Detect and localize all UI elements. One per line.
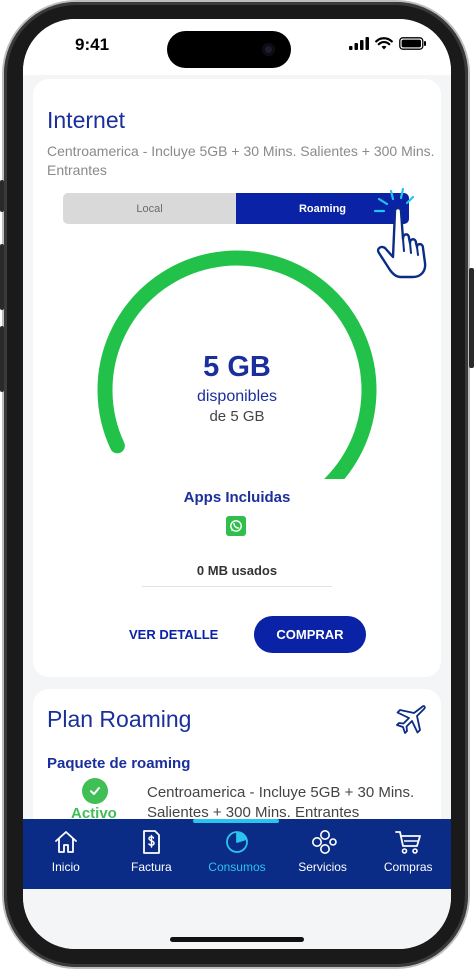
internet-card: Internet Centroamerica - Incluye 5GB + 3…	[33, 79, 441, 677]
nav-item-inicio[interactable]: Inicio	[23, 819, 109, 889]
status-icons	[349, 37, 427, 50]
nav-item-compras[interactable]: Compras	[365, 819, 451, 889]
view-detail-link[interactable]: VER DETALLE	[129, 627, 218, 642]
nav-label-compras: Compras	[383, 860, 433, 874]
buy-button[interactable]: COMPRAR	[254, 616, 366, 653]
signal-icon	[349, 37, 369, 50]
dynamic-island	[167, 31, 291, 68]
nav-label-factura: Factura	[131, 860, 172, 874]
tab-local[interactable]: Local	[63, 193, 236, 224]
check-icon	[82, 778, 108, 804]
home-indicator	[170, 937, 304, 942]
nav-active-indicator	[193, 819, 279, 823]
data-total: de 5 GB	[209, 408, 265, 425]
divider	[142, 586, 332, 587]
nav-label-consumos: Consumos	[208, 860, 266, 874]
side-button	[469, 268, 474, 368]
screen: 9:41 Internet Centroamerica - Incluye 5G…	[23, 19, 451, 949]
bottom-nav: Inicio Factura Consumos Servicios Compra…	[23, 819, 451, 889]
package-description: Centroamerica - Incluye 5GB + 30 Mins. S…	[147, 784, 415, 821]
cart-icon	[395, 831, 422, 854]
invoice-icon	[143, 830, 161, 854]
data-available-amount: 5 GB	[203, 351, 271, 383]
side-button	[0, 244, 4, 310]
whatsapp-icon	[226, 516, 246, 536]
nav-label-servicios: Servicios	[298, 860, 347, 874]
camera-icon	[262, 43, 275, 56]
status-time: 9:41	[75, 35, 110, 54]
nav-label-inicio: Inicio	[51, 860, 80, 874]
package-title: Paquete de roaming	[47, 755, 191, 772]
services-icon	[311, 830, 337, 854]
data-used: 0 MB usados	[196, 563, 278, 578]
plan-description: Centroamerica - Incluye 5GB + 30 Mins. S…	[47, 143, 435, 178]
data-available-label: disponibles	[196, 388, 278, 405]
wifi-icon	[375, 37, 393, 50]
nav-item-consumos[interactable]: Consumos	[194, 819, 280, 889]
nav-item-factura[interactable]: Factura	[109, 819, 195, 889]
home-icon	[54, 831, 77, 853]
apps-included-title: Apps Incluidas	[183, 489, 291, 506]
roaming-plan-title: Plan Roaming	[47, 706, 192, 732]
side-button	[0, 180, 4, 212]
status-bar: 9:41	[23, 19, 451, 75]
side-button	[0, 326, 4, 392]
battery-icon	[399, 37, 426, 50]
nav-item-servicios[interactable]: Servicios	[280, 819, 366, 889]
internet-title: Internet	[47, 107, 125, 133]
pie-chart-icon	[226, 831, 248, 853]
airplane-icon	[396, 705, 426, 734]
